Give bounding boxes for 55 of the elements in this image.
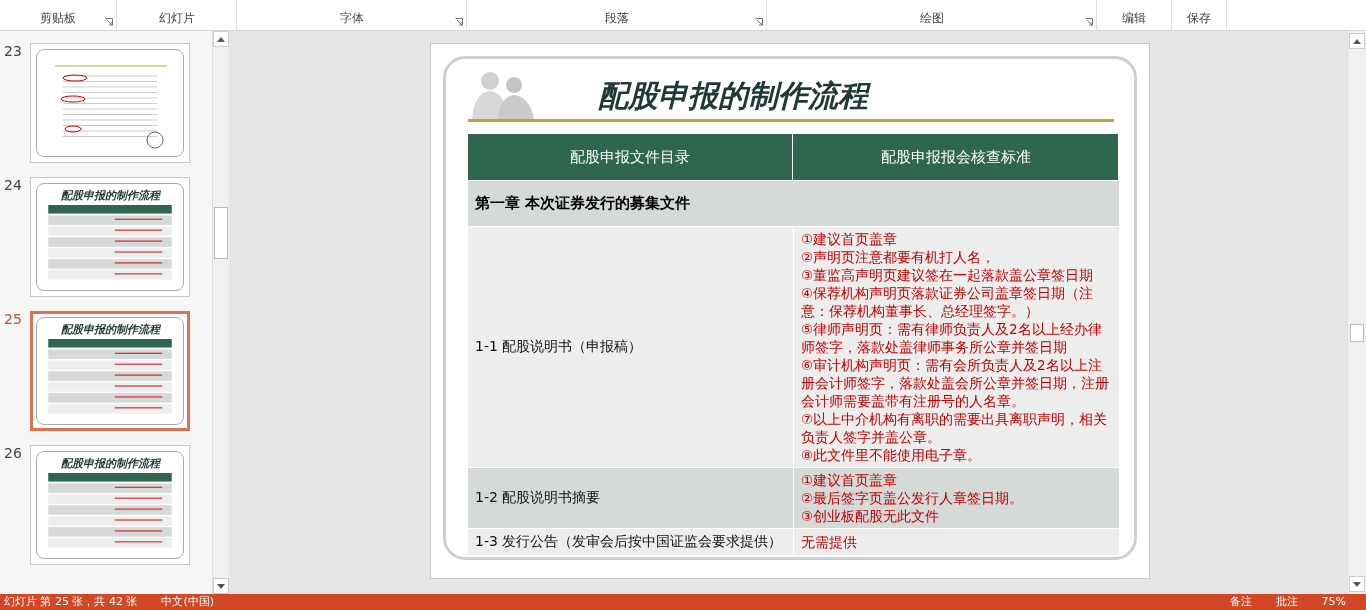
requirement-text: ⑤律师声明页：需有律师负责人及2名以上经办律师签字，落款处盖律师事务所公章并签日期 [801, 320, 1103, 356]
comments-button[interactable]: 批注 [1275, 595, 1298, 609]
table-cell: 1-3 发行公告（发审会后按中国证监会要求提供） [468, 528, 793, 555]
requirement-text: ⑦以上中介机构有离职的需要出具离职声明，相关负责人签字并盖公章。 [801, 410, 1109, 446]
scrollbar-thumb[interactable] [1350, 323, 1364, 342]
up-arrow-icon [217, 36, 225, 42]
scroll-down-button[interactable] [1349, 576, 1365, 592]
thumbnail-title: 配股申报的制作流程 [59, 188, 162, 203]
ribbon-group-label: 编辑 [1122, 10, 1146, 27]
slide-count-text: 幻灯片 第 25 张，共 42 张 [4, 595, 138, 609]
requirement-text: ②最后签字页盖公发行人章签日期。 [801, 489, 1025, 507]
requirement-text: ①建议首页盖章 [801, 230, 899, 248]
dialog-launcher-icon[interactable] [755, 18, 763, 26]
up-arrow-icon [1353, 38, 1361, 44]
slide-number: 24 [4, 177, 23, 193]
scroll-up-button[interactable] [1349, 33, 1365, 49]
slide-thumbnail[interactable] [30, 43, 190, 163]
scroll-up-button[interactable] [213, 31, 229, 47]
slide-number: 23 [4, 43, 23, 59]
dialog-launcher-icon[interactable] [105, 18, 113, 26]
scrollbar-thumb[interactable] [214, 206, 228, 259]
slide-number: 26 [4, 445, 23, 461]
dialog-launcher-icon[interactable] [455, 18, 463, 26]
ribbon-group-label: 剪贴板 [40, 10, 76, 27]
table-cell: 1-1 配股说明书（申报稿） [468, 226, 793, 467]
requirement-text: ③董监高声明页建议签在一起落款盖公章签日期 [801, 266, 1095, 284]
requirement-text: ②声明页注意都要有机打人名， [801, 248, 997, 266]
ribbon-group-label: 幻灯片 [158, 10, 195, 27]
notes-button[interactable]: 备注 [1229, 595, 1252, 609]
slide-thumbnail[interactable]: 配股申报的制作流程 [30, 311, 190, 431]
language-text: 中文(中国) [161, 595, 215, 609]
table-cell: 1-2 配股说明书摘要 [468, 467, 793, 528]
requirement-text: ③创业板配股无此文件 [801, 507, 941, 525]
dialog-launcher-icon[interactable] [1085, 18, 1093, 26]
chapter-row: 第一章 本次证券发行的募集文件 [468, 180, 1119, 226]
column-header: 配股申报报会核查标准 [793, 134, 1119, 180]
thumbnail-title: 配股申报的制作流程 [59, 322, 162, 337]
slide-thumbnail[interactable]: 配股申报的制作流程 [30, 177, 190, 297]
thumbnail-title: 配股申报的制作流程 [59, 456, 162, 471]
ribbon-group-label: 保存 [1187, 10, 1211, 27]
down-arrow-icon [217, 583, 225, 589]
requirement-text: ④保荐机构声明页落款证券公司盖章签日期（注意：保荐机构董事长、总经理签字。） [801, 284, 1095, 320]
column-header: 配股申报文件目录 [468, 134, 793, 180]
slide-thumbnail[interactable]: 配股申报的制作流程 [30, 445, 190, 565]
requirement-text: ⑥审计机构声明页：需有会所负责人及2名以上注册会计师签字，落款处盖会所公章并签日期，注册会计师需要盖带有注册号的人名章。 [801, 356, 1110, 410]
ribbon-group-label: 绘图 [919, 10, 944, 27]
scroll-down-button[interactable] [213, 578, 229, 594]
slide-number: 25 [4, 311, 23, 327]
requirement-text: ⑧此文件里不能使用电子章。 [801, 446, 983, 464]
down-arrow-icon [1353, 581, 1361, 587]
requirement-text: 无需提供 [801, 533, 858, 551]
zoom-level[interactable]: 75% [1321, 595, 1346, 609]
ribbon-group-label: 字体 [339, 10, 364, 27]
ribbon-group-label: 段落 [604, 10, 629, 27]
requirement-text: ①建议首页盖章 [801, 471, 899, 489]
